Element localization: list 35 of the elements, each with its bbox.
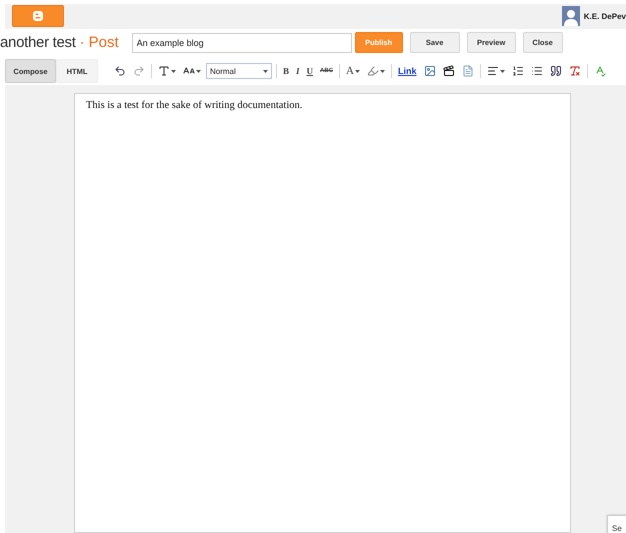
post-title-field[interactable]: An example blog [132, 32, 352, 53]
post-body: This is a test for the sake of writing documentation. [86, 100, 304, 111]
bold-button[interactable]: B [281, 62, 292, 80]
separator: · [80, 34, 85, 52]
text-color-button[interactable]: A [344, 62, 362, 80]
editor-page[interactable]: This is a test for the sake of writing documentation. [74, 93, 571, 533]
clapperboard-icon [442, 65, 454, 77]
highlighter-icon [366, 65, 379, 77]
align-icon [486, 65, 498, 77]
image-icon [424, 65, 436, 77]
logo[interactable] [12, 5, 64, 28]
user-name[interactable]: K.E. DePev [584, 12, 626, 21]
avatar-icon [562, 6, 580, 26]
caret-icon [171, 70, 176, 72]
underline-button[interactable]: U [304, 62, 316, 80]
paragraph-format-select[interactable]: Normal [206, 63, 272, 79]
caret-icon [380, 70, 385, 72]
quote-icon [550, 65, 562, 77]
caret-icon [196, 70, 201, 72]
font-icon [158, 65, 170, 77]
logo-icon [32, 10, 44, 22]
spell-check-icon [594, 65, 606, 77]
italic-button[interactable]: I [294, 62, 302, 80]
popup-text: Se [612, 524, 622, 533]
link-button[interactable]: Link [396, 62, 418, 80]
section-title: Post [88, 34, 119, 52]
blog-name: another test [0, 34, 76, 52]
numbered-list-icon [512, 65, 524, 77]
page-icon [462, 65, 474, 77]
caret-icon [263, 70, 268, 72]
caret-icon [500, 70, 504, 72]
redo-icon [133, 65, 145, 77]
caret-icon [354, 70, 360, 72]
undo-icon [114, 65, 126, 77]
clear-format-icon [568, 65, 580, 77]
